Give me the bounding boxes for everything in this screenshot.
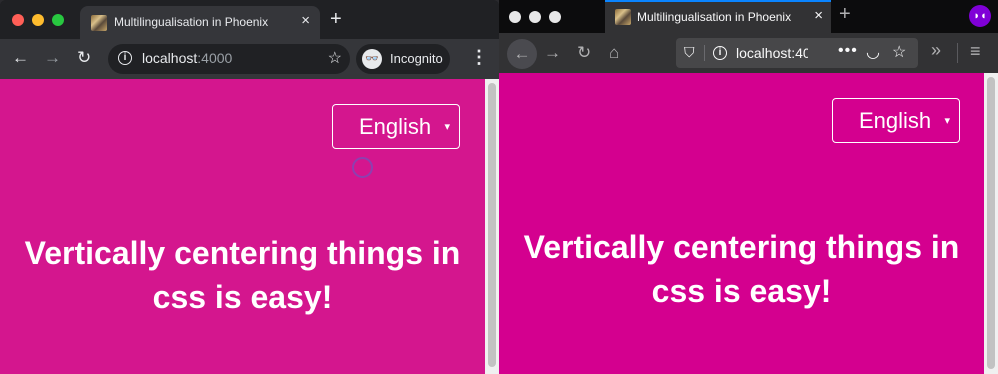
overflow-chevron-icon[interactable]: » xyxy=(931,40,941,61)
minimize-window-button[interactable] xyxy=(529,11,541,23)
address-divider xyxy=(704,45,705,61)
chrome-scrollbar[interactable] xyxy=(485,79,499,374)
firefox-page-viewport: English ▾ Vertically centering things in… xyxy=(499,73,984,374)
maximize-window-button[interactable] xyxy=(52,14,64,26)
favicon-icon xyxy=(615,9,631,25)
close-window-button[interactable] xyxy=(509,11,521,23)
incognito-icon: 👓 xyxy=(362,49,382,69)
language-select[interactable]: English ▾ xyxy=(332,104,460,149)
firefox-window: Multilingualisation in Phoenix × + ◗◖ ← … xyxy=(499,0,998,374)
scrollbar-thumb[interactable] xyxy=(488,83,496,367)
bookmark-star-icon[interactable]: ☆ xyxy=(328,48,342,68)
tab-title: Multilingualisation in Phoenix xyxy=(114,15,269,29)
chrome-toolbar: ← → ↻ i localhost:4000 ☆ 👓 Incognito ⋮ xyxy=(0,39,499,79)
back-button[interactable]: ← xyxy=(507,39,537,69)
firefox-active-tab[interactable]: Multilingualisation in Phoenix × xyxy=(605,0,831,33)
maximize-window-button[interactable] xyxy=(549,11,561,23)
language-select-value: English xyxy=(359,114,432,139)
new-tab-button[interactable]: + xyxy=(839,3,851,26)
address-bar[interactable]: ⛉ i localhost:4000 ••• ◡ ☆ xyxy=(676,38,918,68)
language-select-value: English xyxy=(859,108,932,133)
toolbar-divider xyxy=(957,43,958,63)
reload-button[interactable]: ↻ xyxy=(77,47,91,69)
favicon-icon xyxy=(91,15,107,31)
language-select[interactable]: English ▾ xyxy=(832,98,960,143)
kebab-menu-icon[interactable]: ⋮ xyxy=(470,47,488,68)
loading-cursor-icon xyxy=(352,157,373,178)
page-headline: Vertically centering things in css is ea… xyxy=(24,235,461,315)
page-actions-icon[interactable]: ••• xyxy=(838,42,858,60)
chrome-page-viewport: English ▾ Vertically centering things in… xyxy=(0,79,485,374)
bookmark-star-icon[interactable]: ☆ xyxy=(892,42,906,62)
shield-icon[interactable]: ⛉ xyxy=(684,44,695,61)
info-icon[interactable]: i xyxy=(118,51,132,65)
firefox-scrollbar[interactable] xyxy=(984,73,998,374)
info-icon[interactable]: i xyxy=(713,46,727,60)
url-text[interactable]: localhost:4000 xyxy=(142,50,232,66)
pocket-icon[interactable]: ◡ xyxy=(866,42,880,62)
scrollbar-thumb[interactable] xyxy=(987,77,995,369)
incognito-badge[interactable]: 👓 Incognito xyxy=(356,44,450,74)
chevron-down-icon: ▾ xyxy=(944,115,950,127)
reload-button[interactable]: ↻ xyxy=(577,42,591,64)
chevron-down-icon: ▾ xyxy=(444,121,450,133)
page-headline: Vertically centering things in css is ea… xyxy=(523,229,960,309)
forward-button[interactable]: → xyxy=(44,47,61,69)
tab-title: Multilingualisation in Phoenix xyxy=(637,10,792,24)
address-bar[interactable]: i localhost:4000 ☆ xyxy=(108,44,350,74)
chrome-tab-strip: Multilingualisation in Phoenix × + xyxy=(0,0,499,39)
forward-button[interactable]: → xyxy=(544,42,561,64)
url-port: :4000 xyxy=(197,50,233,66)
chrome-window: Multilingualisation in Phoenix × + ← → ↻… xyxy=(0,0,499,374)
url-text[interactable]: localhost:4000 xyxy=(736,45,808,61)
home-button[interactable]: ⌂ xyxy=(609,42,619,64)
private-browsing-icon: ◗◖ xyxy=(969,5,991,27)
new-tab-button[interactable]: + xyxy=(330,8,342,31)
firefox-tab-strip: Multilingualisation in Phoenix × + ◗◖ xyxy=(499,0,998,33)
close-tab-icon[interactable]: × xyxy=(814,7,823,24)
minimize-window-button[interactable] xyxy=(32,14,44,26)
close-tab-icon[interactable]: × xyxy=(301,12,310,29)
close-window-button[interactable] xyxy=(12,14,24,26)
chrome-active-tab[interactable]: Multilingualisation in Phoenix × xyxy=(80,6,320,39)
hamburger-menu-icon[interactable]: ≡ xyxy=(970,41,981,62)
url-host: localhost xyxy=(142,50,198,66)
firefox-toolbar: ← → ↻ ⌂ ⛉ i localhost:4000 ••• ◡ ☆ » ≡ xyxy=(499,33,998,73)
incognito-label: Incognito xyxy=(390,51,443,66)
back-button[interactable]: ← xyxy=(12,47,29,69)
